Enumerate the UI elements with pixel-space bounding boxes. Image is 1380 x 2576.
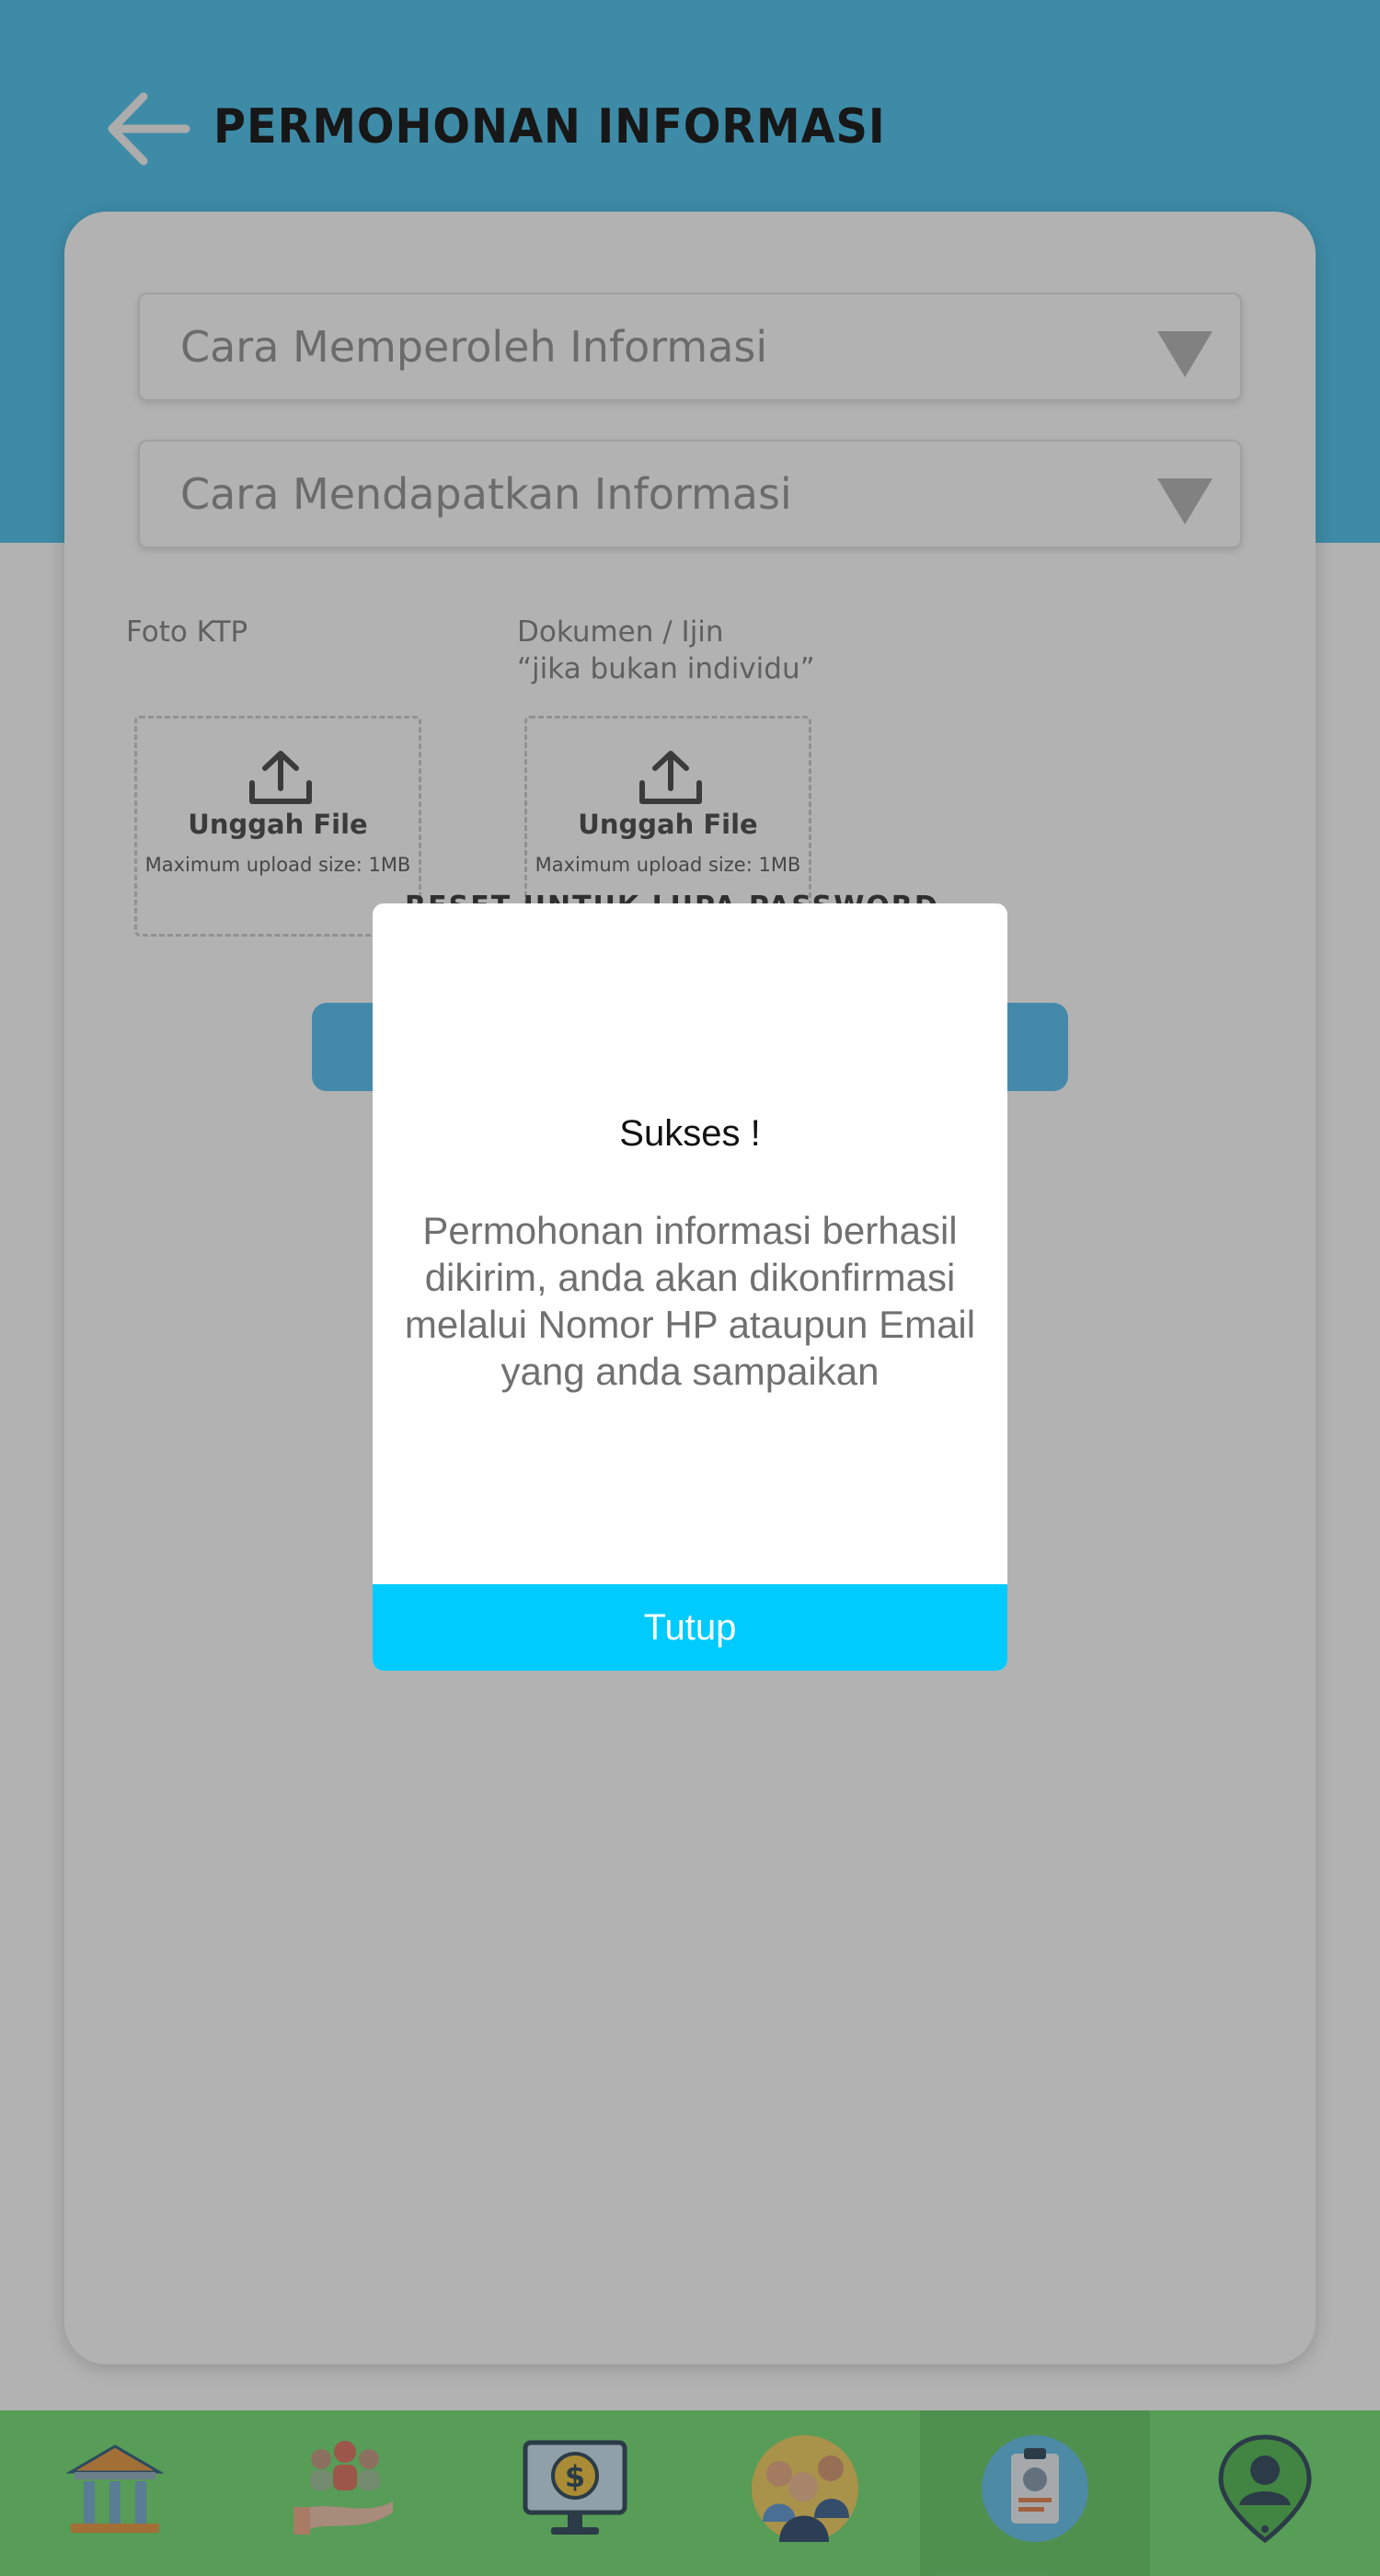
close-button[interactable]: Tutup — [373, 1584, 1007, 1671]
dialog-title: Sukses ! — [619, 1113, 761, 1154]
success-dialog: Sukses ! Permohonan informasi berhasil d… — [373, 903, 1007, 1671]
dialog-message: Permohonan informasi berhasil dikirim, a… — [404, 1209, 976, 1393]
